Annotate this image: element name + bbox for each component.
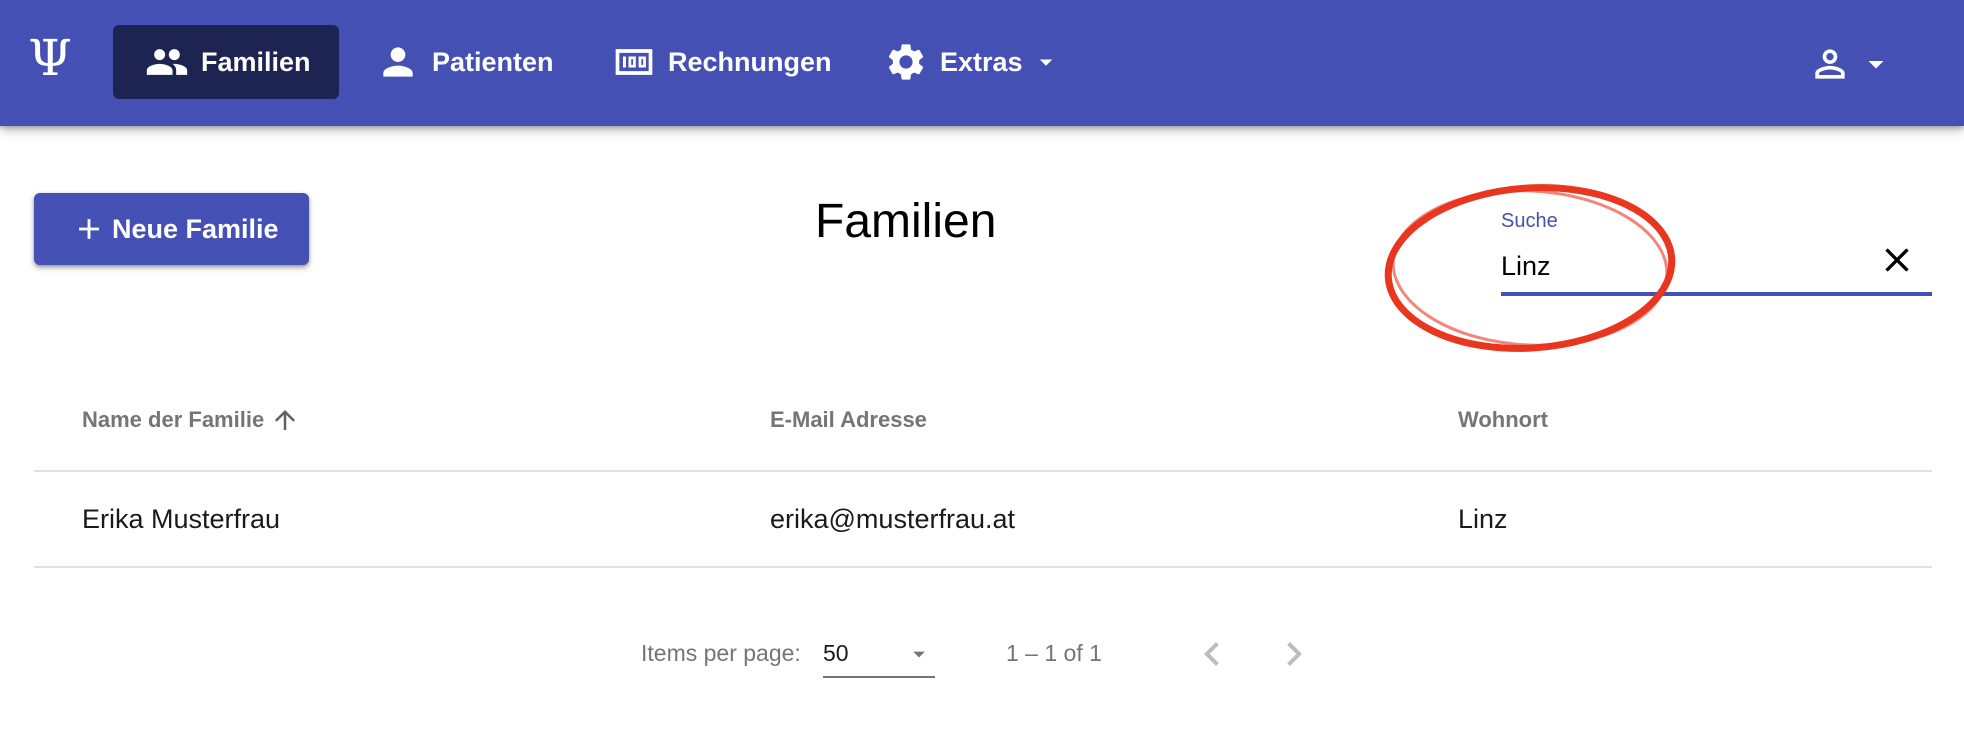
page-range-label: 1 – 1 of 1 bbox=[1006, 640, 1102, 666]
person-icon bbox=[383, 47, 413, 77]
account-menu-button[interactable] bbox=[1808, 36, 1918, 92]
cell-name: Erika Musterfrau bbox=[82, 503, 281, 534]
column-header-name[interactable]: Name der Familie bbox=[82, 370, 300, 470]
search-input[interactable] bbox=[1501, 246, 1861, 286]
search-underline bbox=[1501, 292, 1932, 296]
new-family-button-label: Neue Familie bbox=[112, 213, 279, 244]
nav-rechnungen[interactable]: Rechnungen bbox=[598, 25, 852, 99]
column-header-email[interactable]: E-Mail Adresse bbox=[770, 370, 927, 470]
top-toolbar: Ψ Familien Patienten Rechnungen Extras bbox=[0, 0, 1964, 126]
nav-extras-menu[interactable]: Extras bbox=[870, 25, 1081, 99]
column-header-city[interactable]: Wohnort bbox=[1458, 370, 1548, 470]
cell-email: erika@musterfrau.at bbox=[770, 503, 1015, 534]
page-title: Familien bbox=[815, 195, 997, 248]
table-header-row: Name der Familie E-Mail Adresse Wohnort bbox=[34, 370, 1932, 472]
caret-down-icon bbox=[913, 651, 925, 658]
clear-search-button[interactable] bbox=[1877, 240, 1917, 280]
column-header-name-label: Name der Familie bbox=[82, 407, 265, 432]
arrow-up-icon bbox=[275, 410, 296, 430]
plus-icon bbox=[79, 219, 99, 239]
nav-patienten-label: Patienten bbox=[432, 46, 554, 77]
items-per-page-label: Items per page: bbox=[641, 640, 801, 666]
counter-icon bbox=[615, 49, 653, 75]
table-row[interactable]: Erika Musterfrau erika@musterfrau.at Lin… bbox=[34, 472, 1932, 568]
close-icon bbox=[1885, 248, 1909, 272]
caret-down-icon bbox=[1039, 59, 1052, 66]
page-size-select[interactable]: 50 bbox=[823, 630, 935, 678]
cell-city: Linz bbox=[1458, 503, 1508, 534]
search-label: Suche bbox=[1501, 210, 1558, 232]
nav-extras-label: Extras bbox=[940, 46, 1023, 77]
nav-patienten[interactable]: Patienten bbox=[362, 25, 574, 99]
new-family-button[interactable]: Neue Familie bbox=[34, 193, 309, 265]
app-logo[interactable]: Ψ bbox=[22, 30, 78, 86]
search-field: Suche bbox=[1501, 210, 1932, 296]
nav-familien-label: Familien bbox=[201, 46, 311, 77]
nav-familien[interactable]: Familien bbox=[113, 25, 339, 99]
paginator: Items per page: 50 1 – 1 of 1 bbox=[0, 620, 1964, 690]
caret-down-icon bbox=[1868, 61, 1884, 69]
next-page-button[interactable] bbox=[1270, 630, 1318, 678]
families-table: Name der Familie E-Mail Adresse Wohnort … bbox=[34, 370, 1932, 568]
account-icon bbox=[1815, 49, 1845, 79]
page-size-value: 50 bbox=[823, 640, 849, 666]
chevron-right-icon bbox=[1287, 642, 1302, 666]
nav-rechnungen-label: Rechnungen bbox=[668, 46, 832, 77]
previous-page-button[interactable] bbox=[1188, 630, 1236, 678]
people-icon bbox=[146, 49, 188, 75]
chevron-left-icon bbox=[1204, 642, 1219, 666]
gear-icon bbox=[888, 44, 924, 80]
